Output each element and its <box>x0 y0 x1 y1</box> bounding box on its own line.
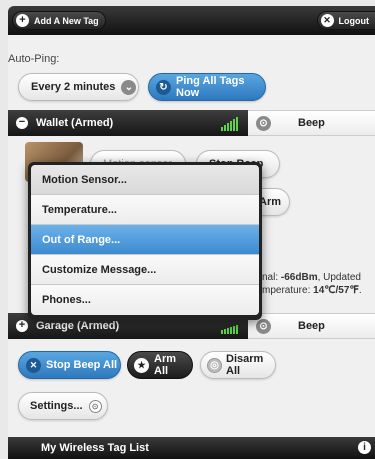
signal-icon <box>221 117 238 131</box>
tag-options-menu: Motion Sensor... Temperature... Out of R… <box>28 162 262 320</box>
temperature-value: 14℃/57℉ <box>313 285 359 296</box>
arm-all-label: Arm All <box>154 353 177 377</box>
tag-name: Wallet (Armed) <box>36 117 114 129</box>
close-icon: ✕ <box>320 14 334 27</box>
autoping-label: Auto-Ping: <box>8 53 60 65</box>
autoping-interval-value: Every 2 minutes <box>31 81 116 93</box>
partial-label: Arm <box>259 196 282 208</box>
arm-all-button[interactable]: ★ Arm All <box>127 351 193 379</box>
search-icon[interactable]: ⊙ <box>256 115 271 131</box>
ping-all-label: Ping All Tags Now <box>176 75 245 99</box>
autoping-interval-select[interactable]: Every 2 minutes ⌄ <box>18 73 139 101</box>
tag-beep-area: ⊙ Beep <box>248 110 375 136</box>
info-icon[interactable]: i <box>358 441 371 454</box>
menu-item-motion-sensor[interactable]: Motion Sensor... <box>31 165 259 195</box>
tag-header-wallet[interactable]: − Wallet (Armed) ⊙ Beep <box>8 110 375 136</box>
disarm-all-label: Disarm All <box>226 353 264 377</box>
star-icon: ★ <box>134 357 149 373</box>
minus-icon: − <box>16 117 28 129</box>
menu-item-customize-message[interactable]: Customize Message... <box>31 255 259 285</box>
close-icon: ✕ <box>26 357 41 373</box>
stop-beep-all-button[interactable]: ✕ Stop Beep All <box>18 351 121 379</box>
menu-item-out-of-range[interactable]: Out of Range... <box>31 225 259 255</box>
tag-status-text: nal: -66dBm, Updated mperature: 14℃/57℉. <box>262 271 362 297</box>
chevron-down-icon: ⌄ <box>121 79 137 95</box>
plus-icon: + <box>16 320 28 332</box>
refresh-icon: ↻ <box>156 79 171 95</box>
logout-button[interactable]: ✕ Logout <box>316 11 375 30</box>
tag-title-bar[interactable]: − Wallet (Armed) <box>8 110 248 136</box>
settings-label: Settings... <box>30 400 83 412</box>
signal-icon <box>221 325 238 334</box>
temp-suffix: . <box>358 285 362 296</box>
tag-name: Garage (Armed) <box>36 320 120 332</box>
status-prefix: nal: <box>262 272 281 283</box>
top-toolbar: + Add A New Tag ✕ Logout <box>8 6 375 35</box>
temp-prefix: mperature: <box>262 285 314 296</box>
tag-list-footer: My Wireless Tag List i <box>8 437 375 459</box>
tag-beep-area: ⊙ Beep <box>248 313 375 339</box>
plus-icon: + <box>16 14 29 27</box>
ping-all-button[interactable]: ↻ Ping All Tags Now <box>148 73 266 101</box>
footer-title: My Wireless Tag List <box>41 442 149 454</box>
add-tag-button[interactable]: + Add A New Tag <box>12 11 106 30</box>
signal-value: -66dBm <box>280 272 318 283</box>
gear-icon: ⊙ <box>88 399 102 413</box>
add-tag-label: Add A New Tag <box>34 15 99 26</box>
settings-button[interactable]: Settings... ⊙ <box>18 392 108 420</box>
search-icon[interactable]: ⊙ <box>256 318 271 334</box>
menu-item-phones[interactable]: Phones... <box>31 285 259 315</box>
stop-beep-all-label: Stop Beep All <box>46 359 118 371</box>
beep-button[interactable]: Beep <box>298 320 325 332</box>
logout-label: Logout <box>338 15 370 26</box>
status-suffix: , Updated <box>317 272 361 283</box>
circle-icon: ◎ <box>207 357 222 373</box>
beep-button[interactable]: Beep <box>298 117 325 129</box>
disarm-all-button[interactable]: ◎ Disarm All <box>200 351 276 379</box>
menu-item-temperature[interactable]: Temperature... <box>31 195 259 225</box>
